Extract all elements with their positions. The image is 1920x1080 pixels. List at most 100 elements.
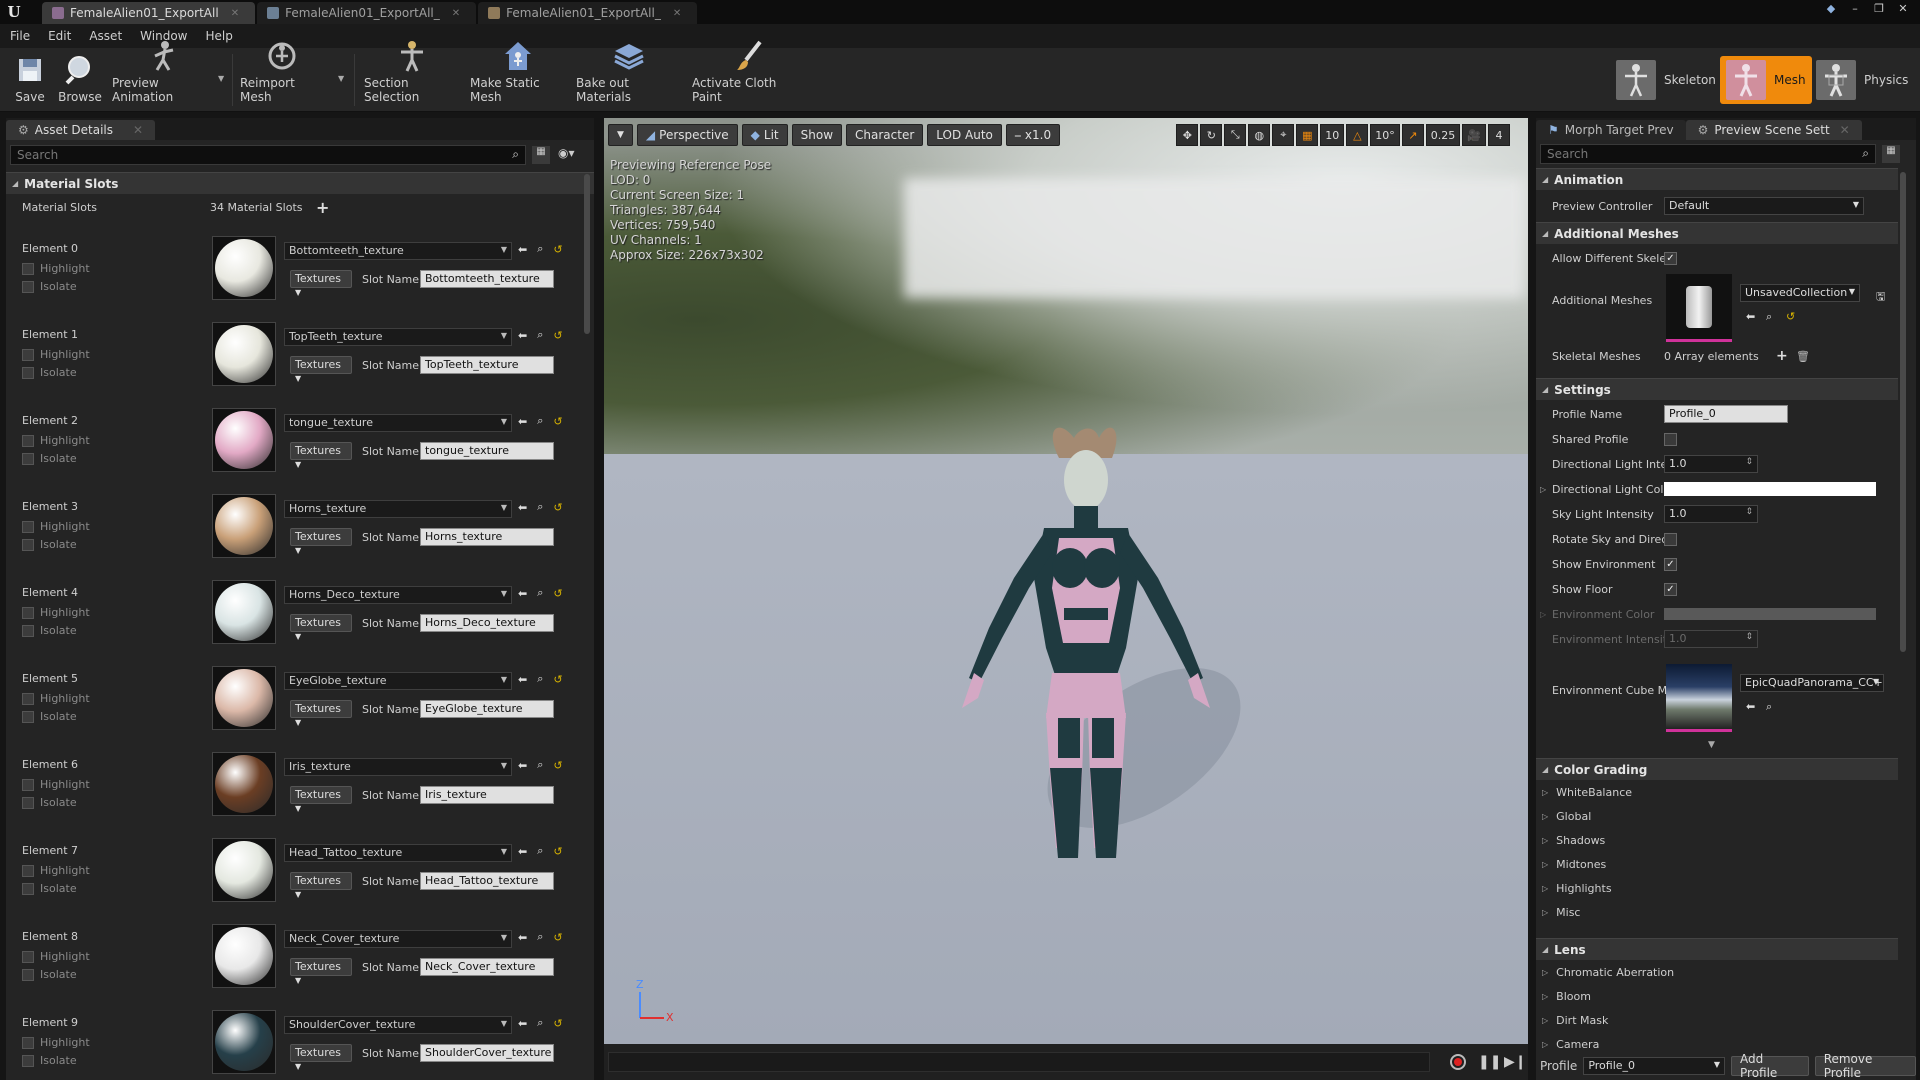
slot-name-input[interactable]: Neck_Cover_texture bbox=[420, 958, 554, 976]
chevron-down-icon[interactable]: ▼ bbox=[218, 74, 224, 83]
playback-speed-button[interactable]: ⎯ x1.0 bbox=[1005, 124, 1061, 146]
slot-name-input[interactable]: Horns_texture bbox=[420, 528, 554, 546]
show-button[interactable]: Show bbox=[791, 124, 843, 146]
rotate-icon[interactable]: ↻ bbox=[1200, 124, 1223, 146]
reset-icon[interactable]: ↺ bbox=[553, 587, 562, 600]
show-environment-checkbox[interactable]: ✓ bbox=[1664, 557, 1677, 571]
browse-search-icon[interactable]: ⌕ bbox=[537, 930, 543, 944]
menu-help[interactable]: Help bbox=[205, 29, 232, 43]
character-button[interactable]: Character bbox=[846, 124, 924, 146]
profile-dropdown[interactable]: Profile_0 ▼ bbox=[1583, 1057, 1725, 1075]
material-dropdown[interactable]: TopTeeth_texture ▼ bbox=[284, 328, 512, 346]
animation-section-header[interactable]: ◢ Animation bbox=[1536, 168, 1898, 190]
isolate-option[interactable]: Isolate bbox=[22, 796, 77, 809]
grid-snap-value[interactable]: 10 bbox=[1320, 124, 1345, 146]
category-item[interactable]: ▷ Misc bbox=[1542, 906, 1580, 919]
world-icon[interactable]: ◍ bbox=[1248, 124, 1271, 146]
textures-dropdown[interactable]: Textures ▼ bbox=[290, 786, 352, 813]
material-thumbnail[interactable] bbox=[212, 322, 276, 386]
highlight-checkbox[interactable] bbox=[22, 692, 34, 705]
close-icon[interactable]: ✕ bbox=[231, 8, 239, 19]
tab-preview-scene-settings[interactable]: ⚙ Preview Scene Sett ✕ bbox=[1685, 120, 1862, 140]
browse-search-icon[interactable]: ⌕ bbox=[537, 242, 543, 256]
textures-dropdown[interactable]: Textures ▼ bbox=[290, 270, 352, 297]
use-selected-arrow-icon[interactable]: ⬅ bbox=[518, 1017, 527, 1030]
use-selected-arrow-icon[interactable]: ⬅ bbox=[518, 243, 527, 256]
browse-search-icon[interactable]: ⌕ bbox=[537, 672, 543, 686]
isolate-checkbox[interactable] bbox=[22, 624, 34, 637]
slot-name-input[interactable]: EyeGlobe_texture bbox=[420, 700, 554, 718]
browse-search-icon[interactable]: ⌕ bbox=[1766, 310, 1772, 324]
material-slots-section-header[interactable]: ◢ Material Slots bbox=[6, 172, 594, 194]
highlight-option[interactable]: Highlight bbox=[22, 692, 90, 705]
highlight-checkbox[interactable] bbox=[22, 606, 34, 619]
textures-dropdown[interactable]: Textures ▼ bbox=[290, 614, 352, 641]
highlight-option[interactable]: Highlight bbox=[22, 520, 90, 533]
use-selected-arrow-icon[interactable]: ⬅ bbox=[518, 673, 527, 686]
category-item[interactable]: ▷ Global bbox=[1542, 810, 1591, 823]
translate-icon[interactable]: ✥ bbox=[1176, 124, 1199, 146]
minimize-button[interactable]: – bbox=[1846, 2, 1864, 16]
highlight-option[interactable]: Highlight bbox=[22, 606, 90, 619]
maximize-button[interactable]: ❐ bbox=[1870, 2, 1888, 16]
step-forward-button[interactable]: ▶❙ bbox=[1504, 1054, 1527, 1070]
isolate-option[interactable]: Isolate bbox=[22, 280, 77, 293]
isolate-checkbox[interactable] bbox=[22, 710, 34, 723]
isolate-checkbox[interactable] bbox=[22, 366, 34, 379]
profile-name-input[interactable]: Profile_0 bbox=[1664, 405, 1788, 423]
add-icon[interactable]: + bbox=[1776, 348, 1788, 364]
material-dropdown[interactable]: Horns_Deco_texture ▼ bbox=[284, 586, 512, 604]
reset-icon[interactable]: ↺ bbox=[553, 673, 562, 686]
isolate-checkbox[interactable] bbox=[22, 796, 34, 809]
directional-light-color-swatch[interactable] bbox=[1664, 482, 1876, 496]
textures-dropdown[interactable]: Textures ▼ bbox=[290, 356, 352, 383]
category-item[interactable]: ▷ Midtones bbox=[1542, 858, 1606, 871]
material-dropdown[interactable]: Neck_Cover_texture ▼ bbox=[284, 930, 512, 948]
additional-meshes-section-header[interactable]: ◢ Additional Meshes bbox=[1536, 222, 1898, 244]
use-selected-arrow-icon[interactable]: ⬅ bbox=[1746, 310, 1755, 323]
isolate-option[interactable]: Isolate bbox=[22, 1054, 77, 1067]
add-profile-button[interactable]: Add Profile bbox=[1731, 1052, 1809, 1080]
isolate-option[interactable]: Isolate bbox=[22, 710, 77, 723]
isolate-checkbox[interactable] bbox=[22, 1054, 34, 1067]
close-icon[interactable]: ✕ bbox=[133, 123, 143, 137]
material-thumbnail[interactable] bbox=[212, 838, 276, 902]
category-item[interactable]: ▷ WhiteBalance bbox=[1542, 786, 1632, 799]
highlight-option[interactable]: Highlight bbox=[22, 864, 90, 877]
lit-button[interactable]: ◆ Lit bbox=[741, 124, 788, 146]
reset-icon[interactable]: ↺ bbox=[553, 845, 562, 858]
highlight-checkbox[interactable] bbox=[22, 348, 34, 361]
highlight-checkbox[interactable] bbox=[22, 864, 34, 877]
viewport-options-button[interactable]: ▼ bbox=[608, 124, 633, 146]
use-selected-arrow-icon[interactable]: ⬅ bbox=[518, 931, 527, 944]
highlight-option[interactable]: Highlight bbox=[22, 434, 90, 447]
textures-dropdown[interactable]: Textures ▼ bbox=[290, 442, 352, 469]
camera-speed-value[interactable]: 4 bbox=[1488, 124, 1510, 146]
highlight-option[interactable]: Highlight bbox=[22, 778, 90, 791]
slot-name-input[interactable]: Horns_Deco_texture bbox=[420, 614, 554, 632]
color-grading-section-header[interactable]: ◢ Color Grading bbox=[1536, 758, 1898, 780]
material-thumbnail[interactable] bbox=[212, 1010, 276, 1074]
material-dropdown[interactable]: Iris_texture ▼ bbox=[284, 758, 512, 776]
settings-section-header[interactable]: ◢ Settings bbox=[1536, 378, 1898, 400]
material-thumbnail[interactable] bbox=[212, 580, 276, 644]
category-item[interactable]: ▷ Shadows bbox=[1542, 834, 1605, 847]
isolate-option[interactable]: Isolate bbox=[22, 452, 77, 465]
material-dropdown[interactable]: tongue_texture ▼ bbox=[284, 414, 512, 432]
timeline-scrubber[interactable] bbox=[608, 1052, 1430, 1072]
slot-name-input[interactable]: Iris_texture bbox=[420, 786, 554, 804]
material-thumbnail[interactable] bbox=[212, 236, 276, 300]
menu-asset[interactable]: Asset bbox=[89, 29, 122, 43]
browse-search-icon[interactable]: ⌕ bbox=[537, 500, 543, 514]
isolate-checkbox[interactable] bbox=[22, 280, 34, 293]
material-dropdown[interactable]: Head_Tattoo_texture ▼ bbox=[284, 844, 512, 862]
use-selected-arrow-icon[interactable]: ⬅ bbox=[518, 587, 527, 600]
use-selected-arrow-icon[interactable]: ⬅ bbox=[518, 759, 527, 772]
show-advanced-icon[interactable]: ▼ bbox=[1708, 740, 1715, 750]
category-item[interactable]: ▷ Camera bbox=[1542, 1038, 1599, 1051]
add-icon[interactable]: + bbox=[316, 198, 329, 217]
viewport[interactable]: ▼ ◢ Perspective ◆ Lit Show Character LOD A… bbox=[604, 118, 1528, 1044]
textures-dropdown[interactable]: Textures ▼ bbox=[290, 700, 352, 727]
physics-mode-button[interactable]: Physics bbox=[1810, 56, 1914, 104]
use-selected-arrow-icon[interactable]: ⬅ bbox=[518, 415, 527, 428]
